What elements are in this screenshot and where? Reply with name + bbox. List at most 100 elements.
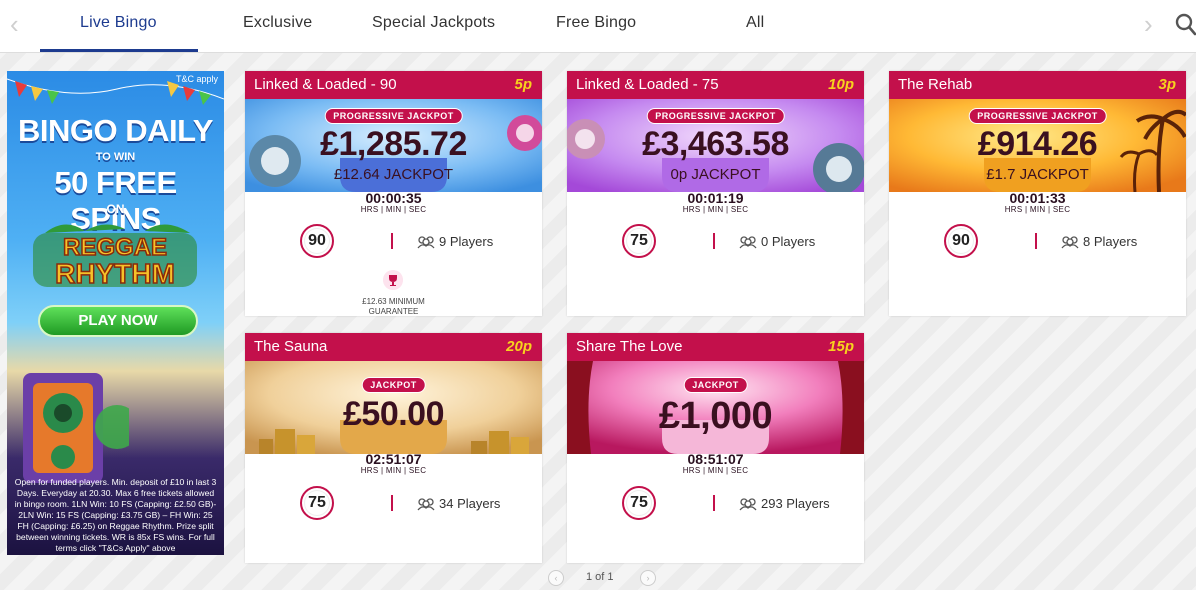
timer-label: HRS | MIN | SEC: [1004, 205, 1071, 214]
jackpot-hero: PROGRESSIVE JACKPOT £3,463.58 0p JACKPOT: [567, 99, 864, 192]
bingo-ball-type: 75: [300, 486, 334, 520]
players-count: 9 Players: [417, 234, 493, 249]
room-title: Linked & Loaded - 90: [254, 76, 397, 93]
divider: [391, 233, 393, 249]
tab-free-bingo[interactable]: Free Bingo: [556, 14, 636, 32]
tc-apply-link[interactable]: T&C apply: [176, 74, 218, 84]
ticket-price: 3p: [1158, 76, 1176, 93]
scroll-left-icon[interactable]: ‹: [10, 10, 19, 38]
players-count-label: 9 Players: [439, 234, 494, 249]
tab-live-bingo[interactable]: Live Bingo: [80, 14, 157, 32]
active-tab-indicator: [40, 49, 198, 52]
bingo-ball-type: 75: [622, 486, 656, 520]
timer-label: HRS | MIN | SEC: [360, 205, 427, 214]
players-count: 8 Players: [1061, 234, 1137, 249]
room-title: Linked & Loaded - 75: [576, 76, 719, 93]
players-count-label: 293 Players: [761, 496, 830, 511]
card-body: 00:00:35 HRS | MIN | SEC 90 9 Players £1…: [245, 190, 542, 316]
players-icon: [1061, 236, 1079, 249]
play-now-button[interactable]: PLAY NOW: [38, 305, 198, 337]
bingo-room-card[interactable]: The Sauna 20p JACKPOT £50.00 02:51:07 HR…: [245, 333, 542, 563]
card-body: 00:01:33 HRS | MIN | SEC 90 8 Players: [889, 190, 1186, 292]
prev-page-button[interactable]: ‹: [548, 570, 564, 586]
players-count-label: 8 Players: [1083, 234, 1138, 249]
jackpot-badge: PROGRESSIVE JACKPOT: [324, 108, 463, 124]
pagination: ‹ 1 of 1 ›: [548, 570, 658, 586]
players-count: 0 Players: [739, 234, 815, 249]
countdown-timer: 00:00:35: [365, 190, 422, 206]
promo-terms: Open for funded players. Min. deposit of…: [14, 477, 217, 553]
players-count: 34 Players: [417, 496, 500, 511]
bingo-room-card[interactable]: Linked & Loaded - 90 5p PROGRESSIVE JACK…: [245, 71, 542, 316]
ticket-price: 10p: [828, 76, 854, 93]
divider: [391, 495, 393, 511]
jackpot-sub: 0p JACKPOT: [670, 166, 761, 183]
countdown-timer: 00:01:19: [687, 190, 744, 206]
bingo-room-card[interactable]: Share The Love 15p JACKPOT £1,000 08:51:…: [567, 333, 864, 563]
countdown-timer: 02:51:07: [365, 451, 422, 467]
card-body: 02:51:07 HRS | MIN | SEC 75 34 Players: [245, 451, 542, 554]
bingo-room-card[interactable]: The Rehab 3p PROGRESSIVE JACKPOT £914.26…: [889, 71, 1186, 316]
card-header: Linked & Loaded - 75 10p: [567, 71, 864, 99]
countdown-timer: 00:01:33: [1009, 190, 1066, 206]
countdown-timer: 08:51:07: [687, 451, 744, 467]
minimum-guarantee: £12.63 MINIMUM GUARANTEE: [362, 297, 425, 316]
bingo-ball-type: 90: [944, 224, 978, 258]
top-nav: ‹ Live Bingo Exclusive Special Jackpots …: [0, 0, 1196, 53]
page-indicator: 1 of 1: [586, 571, 614, 583]
jackpot-amount: £3,463.58: [642, 125, 789, 163]
players-count-label: 0 Players: [761, 234, 816, 249]
promo-banner[interactable]: T&C apply BINGO DAILY TO WIN 50 FREE SPI…: [7, 71, 224, 555]
card-body: 08:51:07 HRS | MIN | SEC 75 293 Players: [567, 451, 864, 554]
ticket-price: 15p: [828, 338, 854, 355]
promo-on: ON: [106, 202, 125, 216]
jackpot-sub: £1.7 JACKPOT: [986, 166, 1089, 183]
jackpot-sub: £12.64 JACKPOT: [333, 166, 454, 183]
timer-label: HRS | MIN | SEC: [682, 466, 749, 475]
card-header: Linked & Loaded - 90 5p: [245, 71, 542, 99]
game-logo-line2: RHYTHM: [55, 258, 175, 289]
jackpot-amount: £1,285.72: [320, 125, 467, 163]
jackpot-hero: JACKPOT £50.00: [245, 361, 542, 454]
bingo-room-card[interactable]: Linked & Loaded - 75 10p PROGRESSIVE JAC…: [567, 71, 864, 316]
room-title: Share The Love: [576, 338, 683, 355]
jackpot-badge: PROGRESSIVE JACKPOT: [646, 108, 785, 124]
tab-special-jackpots[interactable]: Special Jackpots: [372, 14, 495, 32]
players-count-label: 34 Players: [439, 496, 501, 511]
jackpot-badge: JACKPOT: [361, 377, 426, 393]
card-header: The Sauna 20p: [245, 333, 542, 361]
divider: [713, 495, 715, 511]
next-page-button[interactable]: ›: [640, 570, 656, 586]
divider: [713, 233, 715, 249]
ticket-price: 20p: [506, 338, 532, 355]
speaker-illustration: [23, 373, 129, 483]
trophy-icon: [383, 270, 403, 290]
card-body: 00:01:19 HRS | MIN | SEC 75 0 Players: [567, 190, 864, 292]
card-header: Share The Love 15p: [567, 333, 864, 361]
players-icon: [739, 236, 757, 249]
game-logo-line1: REGGAE: [63, 234, 167, 261]
players-icon: [417, 236, 435, 249]
jackpot-hero: PROGRESSIVE JACKPOT £914.26 £1.7 JACKPOT: [889, 99, 1186, 192]
players-count: 293 Players: [739, 496, 830, 511]
jackpot-badge: PROGRESSIVE JACKPOT: [968, 108, 1107, 124]
jackpot-amount: £50.00: [343, 395, 445, 433]
tab-exclusive[interactable]: Exclusive: [243, 14, 312, 32]
room-title: The Sauna: [254, 338, 328, 355]
card-header: The Rehab 3p: [889, 71, 1186, 99]
jackpot-amount: £1,000: [658, 395, 773, 437]
reggae-rhythm-logo: REGGAE RHYTHM: [33, 224, 197, 289]
promo-headline: BINGO DAILY: [18, 113, 213, 148]
scroll-right-icon[interactable]: ›: [1144, 10, 1153, 38]
players-icon: [739, 498, 757, 511]
tab-all[interactable]: All: [746, 14, 764, 32]
jackpot-hero: PROGRESSIVE JACKPOT £1,285.72 £12.64 JAC…: [245, 99, 542, 192]
promo-to-win: TO WIN: [95, 151, 136, 163]
ticket-price: 5p: [514, 76, 532, 93]
jackpot-hero: JACKPOT £1,000: [567, 361, 864, 454]
bingo-ball-type: 75: [622, 224, 656, 258]
timer-label: HRS | MIN | SEC: [682, 205, 749, 214]
search-icon[interactable]: [1174, 12, 1196, 36]
timer-label: HRS | MIN | SEC: [360, 466, 427, 475]
divider: [1035, 233, 1037, 249]
